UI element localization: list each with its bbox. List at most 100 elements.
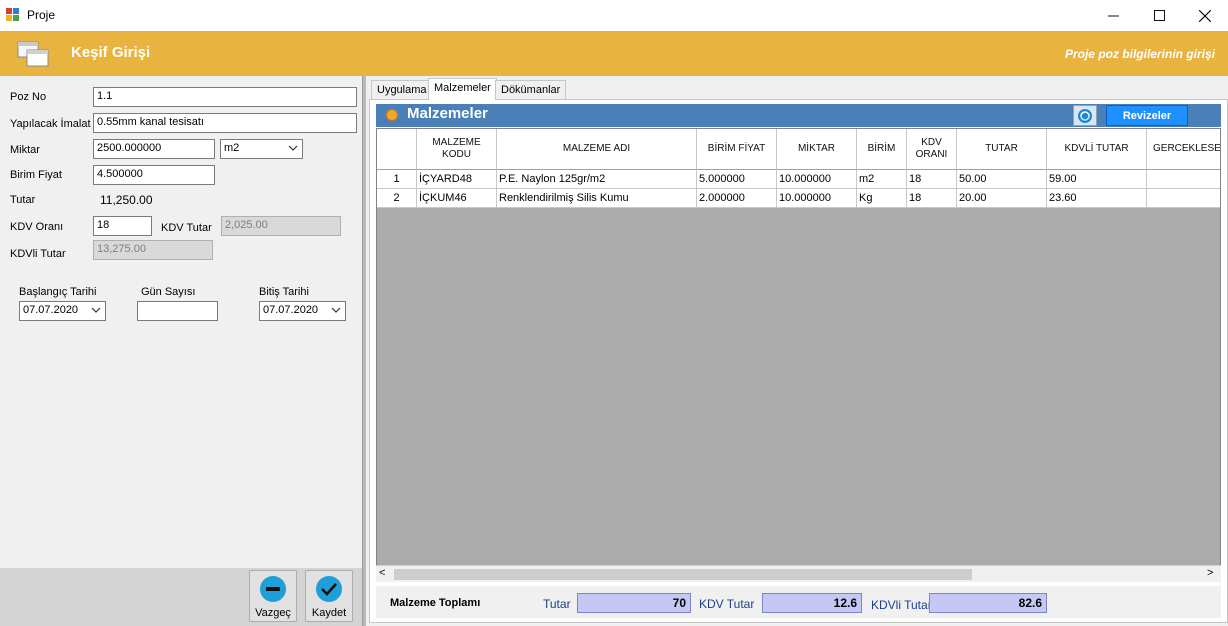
window-titlebar: Proje [0, 0, 1228, 31]
gerceklesen-cell[interactable] [1147, 170, 1220, 189]
imalat-input[interactable]: 0.55mm kanal tesisatı [93, 113, 357, 133]
birim-cell[interactable]: Kg [857, 189, 907, 208]
malzeme-adi-cell[interactable]: P.E. Naylon 125gr/m2 [497, 170, 697, 189]
panel-splitter[interactable] [362, 76, 366, 626]
minimize-icon [1107, 15, 1119, 17]
imalat-label: Yapılacak İmalat [10, 118, 91, 130]
maximize-button[interactable] [1136, 0, 1182, 31]
tab-uygulama[interactable]: Uygulama [371, 80, 433, 99]
horizontal-scrollbar[interactable]: < > [376, 565, 1221, 582]
gun-sayisi-input[interactable] [137, 301, 218, 321]
cancel-button[interactable]: Vazgeç [249, 570, 297, 622]
miktar-cell[interactable]: 10.000000 [777, 170, 857, 189]
totals-label: Malzeme Toplamı [390, 597, 481, 609]
tab-malzemeler[interactable]: Malzemeler [428, 78, 497, 100]
unit-select-value: m2 [224, 142, 240, 154]
window-title: Proje [27, 8, 56, 22]
bitis-label: Bitiş Tarihi [259, 286, 309, 298]
maximize-icon [1153, 10, 1165, 21]
chevron-down-icon [331, 307, 341, 313]
baslangic-label: Başlangıç Tarihi [19, 286, 97, 298]
app-icon [6, 8, 20, 22]
scroll-right-button[interactable]: > [1207, 567, 1213, 579]
table-row[interactable]: 1 İÇYARD48 P.E. Naylon 125gr/m2 5.000000… [377, 170, 1220, 189]
scrollbar-thumb[interactable] [394, 569, 972, 580]
column-header-tutar[interactable]: TUTAR [957, 129, 1047, 170]
totals-tutar-label: Tutar [543, 597, 571, 611]
row-number-cell: 1 [377, 170, 417, 189]
totals-tutar-field: 70 [577, 593, 691, 613]
poz-no-label: Poz No [10, 91, 47, 103]
page-subtitle: Proje poz bilgilerinin girişi [1064, 47, 1215, 61]
column-header-malzeme-kodu[interactable]: MALZEME KODU [417, 129, 497, 170]
kdvli-tutar-cell[interactable]: 59.00 [1047, 170, 1147, 189]
birim-fiyat-input[interactable]: 4.500000 [93, 165, 215, 185]
kdv-orani-cell[interactable]: 18 [907, 170, 957, 189]
totals-kdvli-field: 82.6 [929, 593, 1047, 613]
column-header-row-number[interactable] [377, 129, 417, 170]
bitis-date-value: 07.07.2020 [263, 304, 319, 316]
birim-fiyat-label: Birim Fiyat [10, 169, 62, 181]
status-dot-icon [386, 109, 398, 121]
tutar-cell[interactable]: 20.00 [957, 189, 1047, 208]
miktar-label: Miktar [10, 144, 40, 156]
column-header-kdvli-tutar[interactable]: KDVLİ TUTAR [1047, 129, 1147, 170]
kdv-orani-input[interactable]: 18 [93, 216, 152, 236]
close-button[interactable] [1182, 0, 1228, 31]
column-header-gerceklesen[interactable]: GERCEKLESEN [1147, 129, 1220, 170]
tutar-label: Tutar [10, 194, 36, 206]
kdvli-tutar-cell[interactable]: 23.60 [1047, 189, 1147, 208]
column-header-malzeme-adi[interactable]: MALZEME ADI [497, 129, 697, 170]
row-number-cell: 2 [377, 189, 417, 208]
save-button[interactable]: Kaydet [305, 570, 353, 622]
page-header: Keşif Girişi Proje poz bilgilerinin giri… [0, 31, 1228, 76]
minus-circle-icon [260, 576, 286, 602]
materials-title: Malzemeler [407, 105, 488, 122]
close-icon [1199, 9, 1211, 22]
column-header-kdv-orani[interactable]: KDV ORANI [907, 129, 957, 170]
tab-dokumanlar[interactable]: Dökümanlar [495, 80, 567, 99]
kdv-tutar-input: 2,025.00 [221, 216, 341, 236]
kdvli-tutar-label: KDVli Tutar [10, 248, 66, 260]
column-header-birim-fiyat[interactable]: BİRİM FİYAT [697, 129, 777, 170]
tutar-value: 11,250.00 [100, 193, 153, 207]
miktar-cell[interactable]: 10.000000 [777, 189, 857, 208]
column-header-miktar[interactable]: MİKTAR [777, 129, 857, 170]
kdv-orani-cell[interactable]: 18 [907, 189, 957, 208]
column-header-birim[interactable]: BİRİM [857, 129, 907, 170]
tutar-cell[interactable]: 50.00 [957, 170, 1047, 189]
malzeme-adi-cell[interactable]: Renklendirilmiş Silis Kumu [497, 189, 697, 208]
gun-sayisi-label: Gün Sayısı [141, 286, 196, 298]
revizeler-button[interactable]: Revizeler [1106, 105, 1188, 126]
kdv-orani-label: KDV Oranı [10, 221, 64, 233]
baslangic-date-value: 07.07.2020 [23, 304, 79, 316]
table-row[interactable]: 2 İÇKUM46 Renklendirilmiş Silis Kumu 2.0… [377, 189, 1220, 208]
baslangic-date-picker[interactable]: 07.07.2020 [19, 301, 106, 321]
malzeme-kodu-cell[interactable]: İÇYARD48 [417, 170, 497, 189]
materials-grid: MALZEME KODU MALZEME ADI BİRİM FİYAT MİK… [376, 128, 1221, 582]
gerceklesen-cell[interactable] [1147, 189, 1220, 208]
birim-fiyat-cell[interactable]: 5.000000 [697, 170, 777, 189]
scroll-left-button[interactable]: < [379, 567, 385, 579]
birim-cell[interactable]: m2 [857, 170, 907, 189]
minimize-button[interactable] [1090, 0, 1136, 31]
active-tab-joiner [429, 98, 495, 101]
kdvli-tutar-input: 13,275.00 [93, 240, 213, 260]
save-label: Kaydet [311, 607, 347, 619]
poz-no-input[interactable]: 1.1 [93, 87, 357, 107]
refresh-button[interactable] [1073, 105, 1097, 126]
page-title: Keşif Girişi [71, 44, 151, 61]
totals-kdvli-label: KDVli Tutar [871, 598, 932, 612]
malzeme-kodu-cell[interactable]: İÇKUM46 [417, 189, 497, 208]
refresh-icon [1078, 108, 1092, 123]
check-circle-icon [316, 576, 342, 602]
chevron-down-icon [91, 307, 101, 313]
birim-fiyat-cell[interactable]: 2.000000 [697, 189, 777, 208]
windows-stack-icon [17, 41, 49, 67]
miktar-input[interactable]: 2500.000000 [93, 139, 215, 159]
kdv-tutar-label: KDV Tutar [161, 222, 212, 234]
cancel-label: Vazgeç [255, 607, 291, 619]
bitis-date-picker[interactable]: 07.07.2020 [259, 301, 346, 321]
unit-select[interactable]: m2 [220, 139, 303, 159]
totals-kdv-label: KDV Tutar [699, 597, 755, 611]
